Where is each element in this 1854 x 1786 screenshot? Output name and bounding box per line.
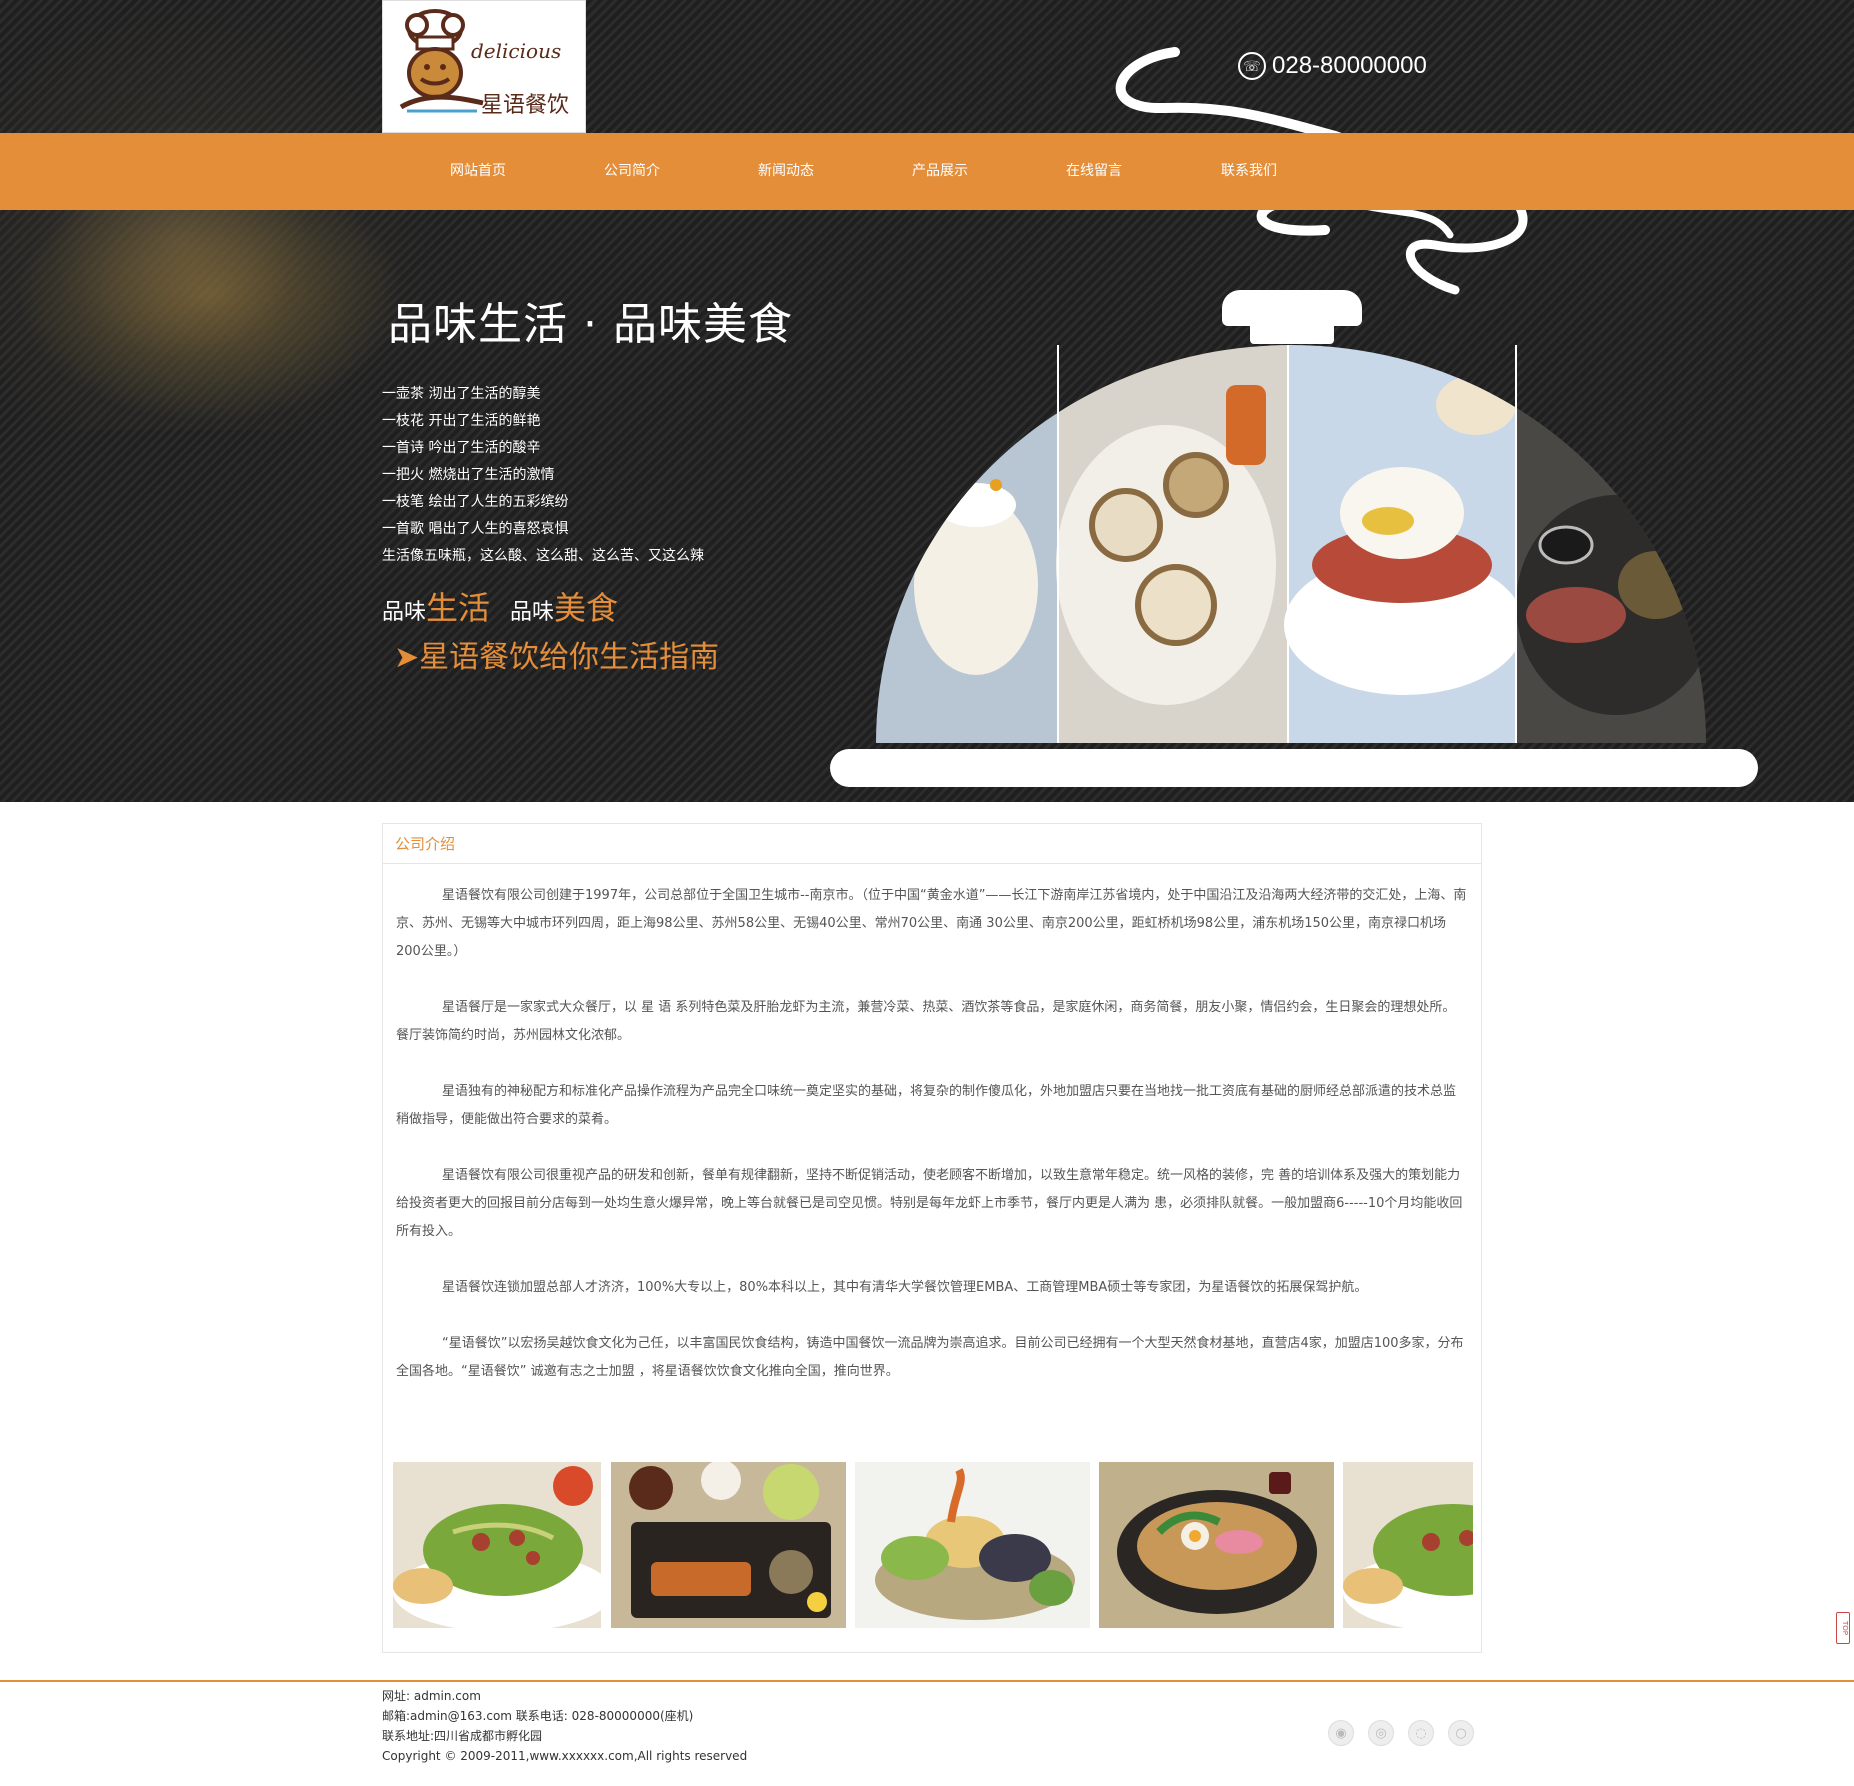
nav-item-products[interactable]: 产品展示 [875,133,1005,210]
poem-line: 一枝花 开出了生活的鲜艳 [382,413,541,429]
share-icon[interactable]: ○ [1448,1720,1474,1746]
phone-number: 028-80000000 [1272,52,1427,79]
about-paragraph: 星语餐饮有限公司很重视产品的研发和创新，餐单有规律翻新，坚持不断促销活动，使老顾… [396,1168,1463,1239]
qq-icon[interactable]: ◉ [1328,1720,1354,1746]
gallery-item[interactable] [855,1462,1090,1628]
chef-mascot-icon [399,9,484,113]
phone-icon: ☏ [1238,52,1266,80]
udon-pot-photo [1099,1462,1334,1628]
hero-banner: delicious 星语餐饮 ☏ 028-80000000 网站首页 公司简介 … [0,0,1854,802]
poem-line: 一枝笔 绘出了人生的五彩缤纷 [382,494,569,510]
cloche-base-tray [830,749,1758,787]
about-section: 公司介绍 星语餐饮有限公司创建于1997年，公司总部位于全国卫生城市--南京市。… [382,823,1482,1653]
hero-guide: ➤星语餐饮给你生活指南 [394,640,720,675]
gallery-item[interactable] [1343,1462,1473,1628]
poem-line: 生活像五味瓶，这么酸、这么甜、这么苦、又这么辣 [382,548,704,564]
gallery-item[interactable] [393,1462,601,1628]
salad-photo [393,1462,601,1628]
tonkatsu-set-photo [611,1462,846,1628]
about-text: 星语餐饮有限公司创建于1997年，公司总部位于全国卫生城市--南京市。（位于中国… [383,864,1481,1386]
main-nav: 网站首页 公司简介 新闻动态 产品展示 在线留言 联系我们 [0,133,1854,210]
taste-highlight: 美食 [554,589,619,627]
gallery-item[interactable] [1099,1462,1334,1628]
logo-text-en: delicious [471,39,562,63]
hero-poem: 一壶茶 沏出了生活的醇美 一枝花 开出了生活的鲜艳 一首诗 吟出了生活的酸辛 一… [382,381,704,570]
poem-line: 一把火 燃烧出了生活的激情 [382,467,555,483]
gallery-item[interactable] [611,1462,846,1628]
cloche-food-collage [876,345,1706,743]
nav-item-message[interactable]: 在线留言 [1029,133,1159,210]
back-to-top-button[interactable]: TOP [1836,1612,1850,1644]
footer-divider [0,1680,1854,1682]
about-paragraph: 星语餐饮有限公司创建于1997年，公司总部位于全国卫生城市--南京市。（位于中国… [396,888,1467,959]
hero-title: 品味生活 · 品味美食 [388,299,793,350]
footer-website: 网址: admin.com [382,1689,481,1703]
about-paragraph: 星语餐厅是一家家式大众餐厅，以 星 语 系列特色菜及肝胎龙虾为主流，兼营冷菜、热… [396,1000,1456,1043]
section-title[interactable]: 公司介绍 [383,824,1481,864]
footer-info: 网址: admin.com 邮箱:admin@163.com 联系电话: 028… [382,1686,747,1766]
taste-slogan: 品味生活 品味美食 [382,583,618,629]
poem-line: 一壶茶 沏出了生活的醇美 [382,386,541,402]
footer-contact: 邮箱:admin@163.com 联系电话: 028-80000000(座机) [382,1709,694,1723]
food-gallery [393,1462,1473,1628]
taste-word: 品味 [510,600,555,625]
nav-item-news[interactable]: 新闻动态 [721,133,851,210]
nav-item-about[interactable]: 公司简介 [567,133,697,210]
header-phone: ☏ 028-80000000 [1238,52,1427,80]
weibo-icon[interactable]: ◎ [1368,1720,1394,1746]
tempura-photo [855,1462,1090,1628]
cloche-knob [1222,290,1362,326]
taste-word: 品味 [382,600,427,625]
poem-line: 一首歌 唱出了人生的喜怒哀惧 [382,521,569,537]
about-paragraph: 星语餐饮连锁加盟总部人才济济，100%大专以上，80%本科以上，其中有清华大学餐… [442,1280,1368,1295]
taste-highlight: 生活 [426,589,491,627]
logo-text-cn: 星语餐饮 [481,93,570,118]
footer-address: 联系地址:四川省成都市孵化园 [382,1729,543,1743]
footer-copyright: Copyright © 2009-2011,www.xxxxxx.com,All… [382,1749,748,1763]
nav-item-contact[interactable]: 联系我们 [1184,133,1314,210]
social-links: ◉ ◎ ◌ ○ [1328,1720,1474,1746]
poem-line: 一首诗 吟出了生活的酸辛 [382,440,541,456]
site-logo[interactable]: delicious 星语餐饮 [382,0,586,133]
about-paragraph: 星语独有的神秘配方和标准化产品操作流程为产品完全口味统一奠定坚实的基础，将复杂的… [396,1084,1457,1127]
nav-item-home[interactable]: 网站首页 [413,133,543,210]
salad-photo [1343,1462,1473,1628]
wechat-icon[interactable]: ◌ [1408,1720,1434,1746]
about-paragraph: “星语餐饮”以宏扬吴越饮食文化为己任，以丰富国民饮食结构，铸造中国餐饮一流品牌为… [396,1336,1464,1379]
cloche-knob-neck [1250,322,1334,344]
